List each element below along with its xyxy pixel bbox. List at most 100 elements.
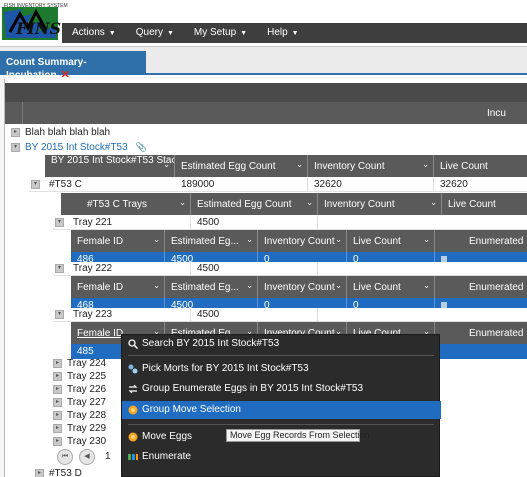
expand-icon[interactable]: ▸	[53, 410, 62, 420]
tray-row[interactable]: ▾ Tray 222 4500	[53, 262, 527, 276]
expand-icon[interactable]: ▸	[53, 397, 62, 407]
col-inventory[interactable]: Inventory Count ⌄	[308, 155, 434, 177]
chevron-down-icon[interactable]: ⌄	[296, 160, 303, 169]
menu-label: Search BY 2015 Int Stock#T53	[142, 338, 280, 349]
stack-inv: 32620	[308, 178, 434, 192]
tray-name: Tray 225	[67, 371, 107, 382]
tree-row-blah[interactable]: ▸ Blah blah blah blah	[11, 126, 110, 140]
tray-row[interactable]: ▾ Tray 221 4500	[53, 216, 527, 230]
eggs-icon	[128, 432, 138, 442]
stack-grid-header: BY 2015 Int Stock#T53 Stacks ⌄ Estimated …	[45, 155, 527, 177]
expand-icon[interactable]: ▸	[53, 423, 62, 433]
chevron-down-icon[interactable]: ⌄	[246, 235, 253, 244]
col-female-inv-label: Inventory Count	[264, 236, 335, 247]
menu-group-move-selection[interactable]: Group Move Selection	[122, 401, 441, 419]
expand-icon[interactable]: ▸	[11, 127, 20, 137]
menu-label: Group Enumerate Eggs in BY 2015 Int Stoc…	[142, 383, 364, 394]
paperclip-icon[interactable]: 📎	[136, 142, 147, 152]
collapse-icon[interactable]: ▾	[55, 264, 64, 273]
collapse-icon[interactable]: ▾	[11, 142, 20, 152]
col-enumerated[interactable]: Enumerated	[435, 276, 527, 298]
tray-name: Tray 227	[67, 397, 107, 408]
menu-label: Move Eggs	[142, 431, 193, 442]
col-female-live[interactable]: Live Count ⌄	[347, 230, 435, 252]
female-grid-header: Female ID ⌄ Estimated Eg... ⌄ Inventory Co…	[71, 276, 527, 298]
tray-row-collapsed[interactable]: ▸ Tray 227	[53, 396, 106, 410]
tray-row[interactable]: ▾ Tray 223 4500	[53, 308, 527, 322]
chevron-down-icon[interactable]: ⌄	[306, 198, 313, 207]
col-trays[interactable]: #T53 C Trays ⌄	[61, 193, 191, 215]
tab-count-summary-incubation[interactable]: Count Summary-Incubation ✕	[0, 51, 146, 81]
col-enumerated-label: Enumerated	[469, 236, 524, 247]
tray-est: 4500	[191, 308, 318, 322]
col-enumerated[interactable]: Enumerated	[435, 322, 527, 344]
col-enumerated[interactable]: Enumerated	[435, 230, 527, 252]
tray-row-collapsed[interactable]: ▸ Tray 230	[53, 435, 106, 449]
col-female-id[interactable]: Female ID ⌄	[71, 276, 165, 298]
tooltip: Move Egg Records From Selection	[226, 429, 370, 442]
expand-icon[interactable]: ▸	[53, 384, 62, 394]
first-page-icon[interactable]: ⏮	[57, 449, 73, 465]
chevron-down-icon[interactable]: ⌄	[153, 281, 160, 290]
col-tray-est[interactable]: Estimated Egg Count ⌄	[191, 193, 318, 215]
tray-row-collapsed[interactable]: ▸ Tray 229	[53, 422, 106, 436]
col-tray-live[interactable]: Live Count	[442, 193, 527, 215]
col-live[interactable]: Live Count	[434, 155, 527, 177]
chevron-down-icon[interactable]: ⌄	[423, 281, 430, 290]
col-tray-inv[interactable]: Inventory Count ⌄	[318, 193, 442, 215]
expand-icon[interactable]: ▸	[53, 371, 62, 381]
menu-label: Pick Morts for BY 2015 Int Stock#T53	[142, 363, 309, 374]
expand-icon[interactable]: ▸	[53, 358, 62, 368]
collapse-icon[interactable]: ▾	[55, 218, 64, 227]
nav-help[interactable]: Help ▼	[257, 23, 309, 43]
chevron-down-icon[interactable]: ⌄	[153, 235, 160, 244]
nav-query[interactable]: Query ▼	[126, 23, 184, 43]
chevron-down-icon[interactable]: ⌄	[422, 160, 429, 169]
stack-name: #T53 C	[49, 179, 82, 190]
chevron-down-icon[interactable]: ⌄	[179, 198, 186, 207]
tree-row-stock[interactable]: ▾ BY 2015 Int Stock#T53 📎	[11, 140, 147, 154]
tray-row-collapsed[interactable]: ▸ Tray 224	[53, 357, 106, 371]
column-header-incu[interactable]: Incu	[487, 108, 506, 119]
chevron-down-icon[interactable]: ⌄	[163, 160, 170, 170]
stock-link[interactable]: BY 2015 Int Stock#T53	[25, 142, 128, 153]
current-page[interactable]: 1	[105, 451, 111, 462]
menu-search[interactable]: Search BY 2015 Int Stock#T53	[122, 335, 441, 353]
collapse-icon[interactable]: ▾	[55, 310, 64, 319]
chevron-down-icon: ▼	[166, 30, 174, 37]
fins-logo: FINS FISH INVENTORY SYSTEM	[2, 2, 68, 40]
nav-actions[interactable]: Actions ▼	[62, 23, 126, 43]
chevron-down-icon[interactable]: ⌄	[335, 281, 342, 290]
chevron-down-icon[interactable]: ⌄	[423, 235, 430, 244]
tray-name: Tray 223	[67, 308, 191, 322]
collapse-icon[interactable]: ▾	[31, 180, 40, 189]
col-female-inv[interactable]: Inventory Count⌄	[258, 230, 347, 252]
col-stacks[interactable]: BY 2015 Int Stock#T53 Stacks ⌄	[45, 155, 175, 177]
menu-group-enumerate[interactable]: Group Enumerate Eggs in BY 2015 Int Stoc…	[122, 380, 441, 398]
expand-icon[interactable]: ▸	[35, 468, 44, 477]
menu-separator	[128, 355, 434, 356]
tray-row-collapsed[interactable]: ▸ Tray 226	[53, 383, 106, 397]
stack-row[interactable]: ▾ #T53 C 189000 32620 32620	[29, 178, 527, 192]
stack-row-collapsed[interactable]: ▸ #T53 D	[35, 467, 82, 477]
col-female-id[interactable]: Female ID ⌄	[71, 230, 165, 252]
tray-row-collapsed[interactable]: ▸ Tray 225	[53, 370, 106, 384]
stack-live: 32620	[434, 178, 527, 192]
col-est-egg[interactable]: Estimated Egg Count ⌄	[175, 155, 308, 177]
menu-pick-morts[interactable]: Pick Morts for BY 2015 Int Stock#T53	[122, 360, 441, 378]
col-female-est[interactable]: Estimated Eg... ⌄	[165, 276, 258, 298]
chevron-down-icon[interactable]: ⌄	[335, 235, 342, 244]
col-female-live[interactable]: Live Count ⌄	[347, 276, 435, 298]
context-menu: Search BY 2015 Int Stock#T53 Pick Morts …	[121, 334, 441, 477]
nav-my-setup[interactable]: My Setup ▼	[184, 23, 257, 43]
chevron-down-icon[interactable]: ⌄	[430, 198, 437, 207]
tray-row-collapsed[interactable]: ▸ Tray 228	[53, 409, 106, 423]
col-live-label: Live Count	[440, 161, 488, 172]
col-female-inv[interactable]: Inventory Count⌄	[258, 276, 347, 298]
expand-icon[interactable]: ▸	[53, 436, 62, 446]
col-female-live-label: Live Count	[353, 282, 401, 293]
chevron-down-icon[interactable]: ⌄	[246, 281, 253, 290]
prev-page-icon[interactable]: ◀	[79, 449, 95, 465]
menu-enumerate[interactable]: Enumerate	[122, 448, 441, 466]
col-female-est[interactable]: Estimated Eg... ⌄	[165, 230, 258, 252]
